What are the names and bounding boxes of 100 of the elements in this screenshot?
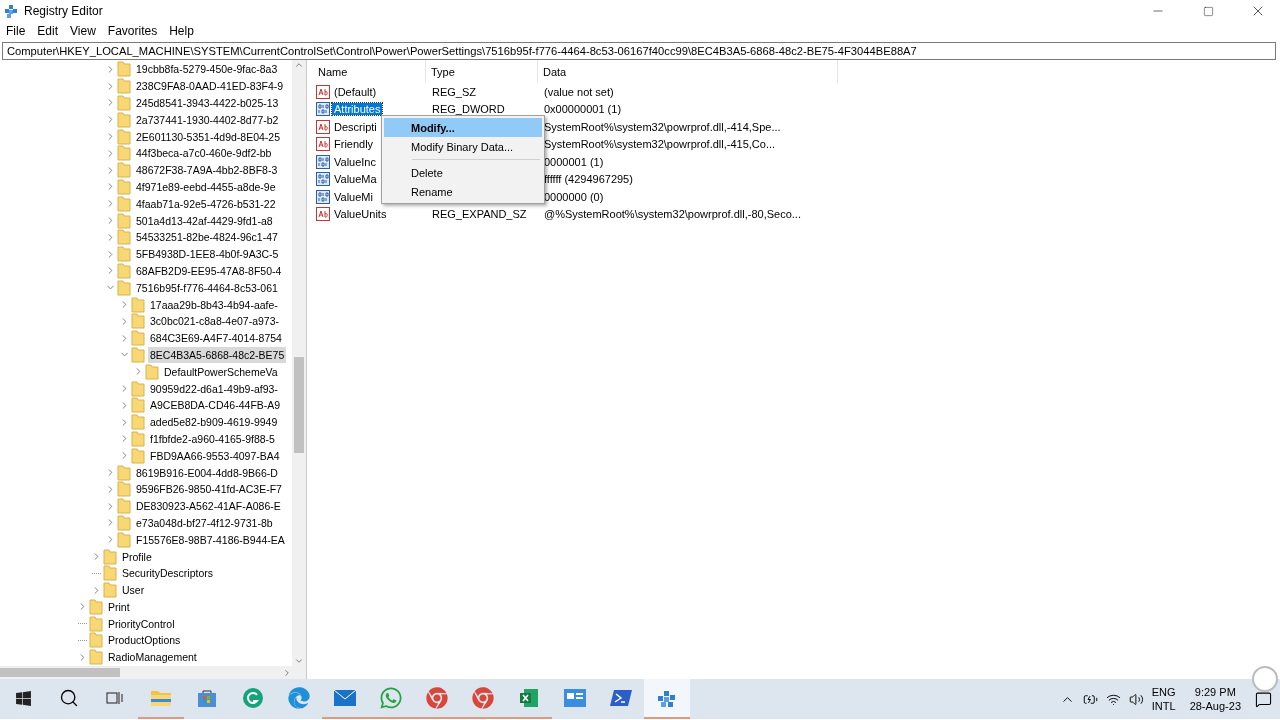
taskbar-button[interactable] bbox=[644, 679, 690, 719]
window-card-icon bbox=[564, 689, 586, 707]
tree-item[interactable]: 19cbb8fa-5279-450e-9fac-8a3 bbox=[134, 61, 280, 78]
tree-item[interactable]: 48672F38-7A9A-4bb2-8BF8-3 bbox=[134, 162, 280, 179]
value-name[interactable]: ValueUnits bbox=[332, 208, 389, 221]
binary-value-icon bbox=[316, 154, 330, 169]
tree-item[interactable]: FBD9AA66-9553-4097-BA4 bbox=[148, 447, 282, 464]
value-name[interactable]: Friendly bbox=[332, 138, 376, 151]
tree-item[interactable]: 9596FB26-9850-41fd-AC3E-F7 bbox=[134, 481, 284, 498]
window-title: Registry Editor bbox=[24, 4, 104, 18]
tree-item[interactable]: Print bbox=[106, 598, 132, 615]
speaker-icon[interactable] bbox=[1128, 691, 1144, 707]
browser-icon bbox=[472, 687, 494, 709]
folder-icon bbox=[117, 111, 131, 128]
tree-item[interactable]: Profile bbox=[120, 548, 154, 565]
folder-icon bbox=[117, 246, 131, 263]
scroll-right-icon[interactable] bbox=[282, 667, 292, 678]
notification-icon[interactable] bbox=[1255, 690, 1272, 708]
folder-icon bbox=[117, 514, 131, 531]
scroll-down-icon[interactable] bbox=[294, 656, 304, 666]
tree-item[interactable]: A9CEB8DA-CD46-44FB-A9 bbox=[148, 397, 283, 414]
tree-item[interactable]: 8EC4B3A5-6868-48c2-BE75 bbox=[148, 346, 287, 363]
folder-icon bbox=[117, 229, 131, 246]
value-name[interactable]: ValueMa bbox=[332, 173, 379, 186]
folder-icon bbox=[89, 615, 103, 632]
spreadsheet-icon bbox=[519, 688, 539, 708]
tree-item[interactable]: 238C9FA8-0AAD-41ED-83F4-9 bbox=[134, 78, 286, 95]
folder-icon bbox=[117, 481, 131, 498]
tree-item[interactable]: e73a048d-bf27-4f12-9731-8b bbox=[134, 514, 275, 531]
folder-icon bbox=[117, 78, 131, 95]
folder-icon bbox=[117, 61, 131, 78]
tree-item[interactable]: 17aaa29b-8b43-4b94-aafe- bbox=[148, 296, 280, 313]
cubes-icon bbox=[4, 4, 18, 18]
menu-item[interactable]: Modify Binary Data... bbox=[384, 137, 542, 156]
text-value-icon bbox=[316, 84, 330, 99]
clock-time[interactable]: 9:29 PM bbox=[1194, 686, 1236, 698]
value-name[interactable]: Attributes bbox=[332, 103, 383, 116]
value-name[interactable]: ValueMi bbox=[332, 190, 375, 203]
browser-icon bbox=[288, 687, 310, 709]
tree-item[interactable]: PriorityControl bbox=[106, 615, 177, 632]
scroll-thumb[interactable] bbox=[0, 668, 120, 677]
value-name[interactable]: (Default) bbox=[332, 85, 379, 98]
tree-item[interactable]: 4f971e89-eebd-4455-a8de-9e bbox=[134, 178, 278, 195]
tree-item[interactable]: RadioManagement bbox=[106, 649, 199, 666]
menu-item[interactable]: Delete bbox=[384, 163, 542, 182]
value-name[interactable]: ValueInc bbox=[332, 155, 378, 168]
tree-item[interactable]: F15576E8-98B7-4186-B944-EA bbox=[134, 531, 287, 548]
vertical-scrollbar[interactable] bbox=[292, 60, 306, 666]
binary-value-icon bbox=[316, 189, 330, 204]
tree-item[interactable]: 684C3E69-A4F7-4014-8754 bbox=[148, 330, 284, 347]
wifi-icon[interactable] bbox=[1105, 691, 1121, 707]
tree-item[interactable]: DefaultPowerSchemeVa bbox=[162, 363, 280, 380]
horizontal-scrollbar[interactable] bbox=[0, 666, 292, 679]
tree-item[interactable]: 54533251-82be-4824-96c1-47 bbox=[134, 229, 280, 246]
table-cell-text: REG_SZ bbox=[431, 85, 477, 98]
tree-item[interactable]: User bbox=[120, 582, 147, 599]
scroll-thumb[interactable] bbox=[294, 357, 304, 453]
menu-item[interactable]: View bbox=[70, 24, 104, 38]
language-indicator[interactable]: ENG bbox=[1151, 686, 1176, 698]
tree-item[interactable]: 68AFB2D9-EE95-47A8-8F50-4 bbox=[134, 262, 284, 279]
chat-icon bbox=[379, 686, 403, 710]
search-icon bbox=[59, 688, 79, 708]
folder-icon bbox=[131, 296, 145, 313]
tree-item[interactable]: 90959d22-d6a1-49b9-af93- bbox=[148, 380, 280, 397]
tree-item[interactable]: 4faab71a-92e5-4726-b531-22 bbox=[134, 195, 278, 212]
menu-item[interactable]: Help bbox=[169, 24, 202, 38]
circle-logo-icon bbox=[242, 687, 264, 709]
tree-item[interactable]: 2E601130-5351-4d9d-8E04-25 bbox=[134, 128, 282, 145]
tree-item[interactable]: ProductOptions bbox=[106, 632, 183, 649]
table-cell-text: (value not set) bbox=[543, 85, 615, 98]
tree-item[interactable]: aded5e82-b909-4619-9949 bbox=[148, 414, 280, 431]
tree-item[interactable]: 501a4d13-42af-4429-9fd1-a8 bbox=[134, 212, 275, 229]
tree-item[interactable]: 2a737441-1930-4402-8d77-b2 bbox=[134, 111, 281, 128]
menu-item[interactable]: Modify... bbox=[384, 118, 542, 137]
menu-item[interactable]: Edit bbox=[37, 24, 67, 38]
tree-item[interactable]: 8619B916-E004-4dd8-9B66-D bbox=[134, 464, 280, 481]
table-cell-text: SystemRoot%\system32\powrprof.dll,-414,Spe... bbox=[543, 120, 782, 133]
tree-item[interactable]: DE830923-A562-41AF-A086-E bbox=[134, 498, 283, 515]
binary-value-icon bbox=[316, 172, 330, 187]
tree-item[interactable]: 5FB4938D-1EE8-4b0f-9A3C-5 bbox=[134, 246, 281, 263]
tree-item[interactable]: f1fbfde2-a960-4165-9f88-5 bbox=[148, 430, 277, 447]
column-header[interactable]: Data bbox=[538, 60, 838, 83]
shopping-bag-icon bbox=[197, 688, 217, 708]
column-header[interactable]: Type bbox=[426, 60, 538, 83]
tree-item[interactable]: 245d8541-3943-4422-b025-13 bbox=[134, 95, 281, 111]
clock-date[interactable]: 28-Aug-23 bbox=[1189, 700, 1241, 712]
keyboard-layout[interactable]: INTL bbox=[1151, 700, 1176, 712]
scroll-up-icon[interactable] bbox=[294, 60, 304, 70]
menu-item[interactable]: File bbox=[6, 24, 34, 38]
tree-item[interactable]: SecurityDescriptors bbox=[120, 565, 216, 582]
menu-item[interactable]: Rename bbox=[384, 182, 542, 201]
column-header[interactable]: Name bbox=[313, 60, 426, 83]
folder-icon bbox=[131, 346, 145, 363]
tree-item[interactable]: 44f3beca-a7c0-460e-9df2-bb bbox=[134, 145, 274, 162]
address-field[interactable]: Computer\HKEY_LOCAL_MACHINE\SYSTEM\CurrentControlSet\Control\Power\PowerSettings\7516b95f-f776-4464-8c53-06167f40cc99\8EC4B3A5-6868-48c2-BE75-4F3044BE88A7 bbox=[2, 42, 1276, 60]
folder-icon bbox=[131, 447, 145, 464]
tree-item[interactable]: 7516b95f-f776-4464-8c53-061 bbox=[134, 279, 280, 296]
value-name[interactable]: Descripti bbox=[332, 120, 379, 133]
menu-item[interactable]: Favorites bbox=[107, 24, 166, 38]
tree-item[interactable]: 3c0bc021-c8a8-4e07-a973- bbox=[148, 313, 281, 330]
